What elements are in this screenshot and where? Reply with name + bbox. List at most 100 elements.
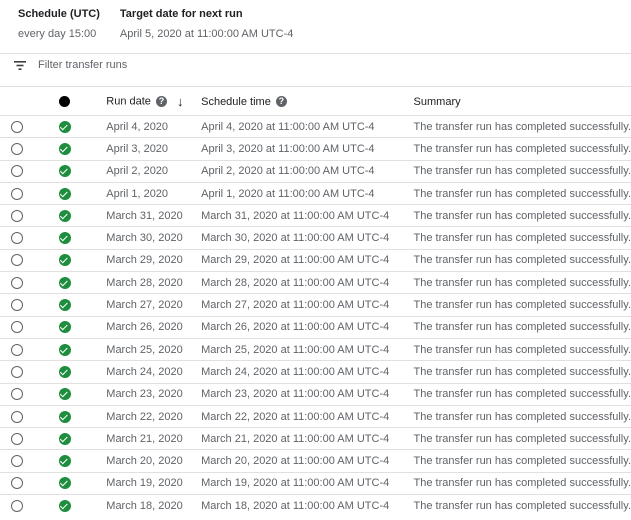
filter-bar[interactable]: Filter transfer runs xyxy=(14,59,127,71)
schedule-value: every day 15:00 xyxy=(18,28,97,40)
schedule-label: Schedule (UTC) xyxy=(18,8,100,20)
select-cell xyxy=(0,293,59,317)
table-row[interactable]: March 24, 2020 March 24, 2020 at 11:00:00… xyxy=(0,360,631,384)
summary-cell: The transfer run has completed successfu… xyxy=(413,204,631,227)
run-date-header[interactable]: Run date? ↓ xyxy=(106,88,201,116)
filter-icon[interactable] xyxy=(14,60,26,70)
row-radio-button[interactable] xyxy=(11,142,23,155)
schedule-time-cell: March 24, 2020 at 11:00:00 AM UTC-4 xyxy=(201,360,414,384)
schedule-time-cell: March 21, 2020 at 11:00:00 AM UTC-4 xyxy=(201,427,414,450)
summary-cell: The transfer run has completed successfu… xyxy=(413,226,631,250)
summary-cell: The transfer run has completed successfu… xyxy=(413,471,631,495)
row-radio-button[interactable] xyxy=(11,455,23,468)
table-row[interactable]: March 31, 2020 March 31, 2020 at 11:00:00… xyxy=(0,204,631,227)
row-radio-button[interactable] xyxy=(11,343,23,356)
summary-cell: The transfer run has completed successfu… xyxy=(413,360,631,384)
table-row[interactable]: March 23, 2020 March 23, 2020 at 11:00:00… xyxy=(0,382,631,406)
row-radio-button[interactable] xyxy=(11,365,23,378)
summary-cell: The transfer run has completed successfu… xyxy=(413,137,631,161)
row-radio-button[interactable] xyxy=(11,477,23,490)
help-icon[interactable]: ? xyxy=(155,96,167,107)
table-row[interactable]: April 1, 2020 April 1, 2020 at 11:00:00 A… xyxy=(0,181,631,205)
status-cell xyxy=(58,271,107,294)
select-cell xyxy=(0,382,59,406)
status-cell xyxy=(58,360,107,384)
row-radio-button[interactable] xyxy=(11,321,23,334)
success-check-icon xyxy=(58,455,71,468)
schedule-time-cell: April 2, 2020 at 11:00:00 AM UTC-4 xyxy=(201,159,414,183)
sort-arrow-down-icon[interactable]: ↓ xyxy=(177,94,184,109)
run-date-label: Run date xyxy=(106,95,151,108)
table-row[interactable]: March 29, 2020 March 29, 2020 at 11:00:00… xyxy=(0,248,631,272)
table-row[interactable]: March 30, 2020 March 30, 2020 at 11:00:00… xyxy=(0,226,631,250)
row-radio-button[interactable] xyxy=(11,499,23,512)
select-cell xyxy=(0,181,59,205)
table-row[interactable]: March 28, 2020 March 28, 2020 at 11:00:00… xyxy=(0,271,631,294)
success-check-icon xyxy=(58,232,71,245)
table-row[interactable]: April 3, 2020 April 3, 2020 at 11:00:00 A… xyxy=(0,137,631,161)
schedule-time-cell: March 29, 2020 at 11:00:00 AM UTC-4 xyxy=(201,248,414,272)
status-cell xyxy=(58,337,107,361)
success-check-icon xyxy=(58,499,71,512)
success-check-icon xyxy=(58,276,71,289)
row-radio-button[interactable] xyxy=(11,410,23,423)
select-cell xyxy=(0,159,59,183)
schedule-time-label: Schedule time xyxy=(201,95,271,108)
success-check-icon xyxy=(58,410,71,423)
run-date-cell: March 19, 2020 xyxy=(106,471,202,495)
row-radio-button[interactable] xyxy=(11,432,23,445)
target-date-column: Target date for next run April 5, 2020 a… xyxy=(120,6,293,42)
summary-cell: The transfer run has completed successfu… xyxy=(413,293,631,317)
row-radio-button[interactable] xyxy=(11,165,23,178)
table-row[interactable]: March 20, 2020 March 20, 2020 at 11:00:00… xyxy=(0,449,631,473)
run-date-cell: March 21, 2020 xyxy=(106,427,202,450)
table-row[interactable]: March 25, 2020 March 25, 2020 at 11:00:00… xyxy=(0,337,631,361)
status-cell xyxy=(58,382,107,406)
table-row[interactable]: March 22, 2020 March 22, 2020 at 11:00:00… xyxy=(0,404,631,428)
row-radio-button[interactable] xyxy=(11,209,23,222)
run-date-cell: April 3, 2020 xyxy=(106,137,202,161)
status-cell xyxy=(58,494,107,517)
table-row[interactable]: March 21, 2020 March 21, 2020 at 11:00:00… xyxy=(0,427,631,450)
table-row[interactable]: March 27, 2020 March 27, 2020 at 11:00:00… xyxy=(0,293,631,317)
row-radio-button[interactable] xyxy=(11,388,23,401)
row-radio-button[interactable] xyxy=(11,276,23,289)
row-radio-button[interactable] xyxy=(11,120,23,133)
summary-cell: The transfer run has completed successfu… xyxy=(413,181,631,205)
run-date-cell: March 22, 2020 xyxy=(106,404,202,428)
row-radio-button[interactable] xyxy=(11,187,23,200)
schedule-time-cell: April 1, 2020 at 11:00:00 AM UTC-4 xyxy=(201,181,414,205)
schedule-time-cell: March 30, 2020 at 11:00:00 AM UTC-4 xyxy=(201,226,414,250)
run-date-cell: March 30, 2020 xyxy=(106,226,202,250)
summary-cell: The transfer run has completed successfu… xyxy=(413,248,631,272)
help-icon[interactable]: ? xyxy=(275,96,287,108)
run-date-cell: March 23, 2020 xyxy=(106,382,202,406)
status-cell xyxy=(58,114,107,138)
run-date-cell: March 29, 2020 xyxy=(106,248,202,272)
status-cell xyxy=(58,471,107,495)
status-cell xyxy=(58,427,107,450)
run-date-cell: March 24, 2020 xyxy=(106,360,202,384)
transfer-runs-table: Run date? ↓ Schedule time? Summary April … xyxy=(0,88,631,517)
schedule-time-cell: March 23, 2020 at 11:00:00 AM UTC-4 xyxy=(201,382,414,406)
table-row[interactable]: April 4, 2020 April 4, 2020 at 11:00:00 A… xyxy=(0,114,631,138)
select-cell xyxy=(0,337,59,361)
select-cell xyxy=(0,449,59,473)
table-row[interactable]: March 18, 2020 March 18, 2020 at 11:00:00… xyxy=(0,494,631,517)
schedule-time-cell: April 4, 2020 at 11:00:00 AM UTC-4 xyxy=(201,114,414,138)
table-row[interactable]: March 19, 2020 March 19, 2020 at 11:00:00… xyxy=(0,471,631,495)
summary-cell: The transfer run has completed successfu… xyxy=(413,315,631,339)
schedule-time-header[interactable]: Schedule time? xyxy=(201,88,413,116)
table-row[interactable]: March 26, 2020 March 26, 2020 at 11:00:00… xyxy=(0,315,631,339)
summary-cell: The transfer run has completed successfu… xyxy=(413,159,631,183)
select-cell xyxy=(0,271,59,294)
filter-input[interactable]: Filter transfer runs xyxy=(38,59,127,71)
select-cell xyxy=(0,494,59,517)
row-radio-button[interactable] xyxy=(11,254,23,267)
table-header: Run date? ↓ Schedule time? Summary xyxy=(0,88,631,116)
table-row[interactable]: April 2, 2020 April 2, 2020 at 11:00:00 A… xyxy=(0,159,631,183)
row-radio-button[interactable] xyxy=(11,299,23,312)
row-radio-button[interactable] xyxy=(11,232,23,245)
schedule-time-cell: March 22, 2020 at 11:00:00 AM UTC-4 xyxy=(201,404,414,428)
summary-cell: The transfer run has completed successfu… xyxy=(413,382,631,406)
